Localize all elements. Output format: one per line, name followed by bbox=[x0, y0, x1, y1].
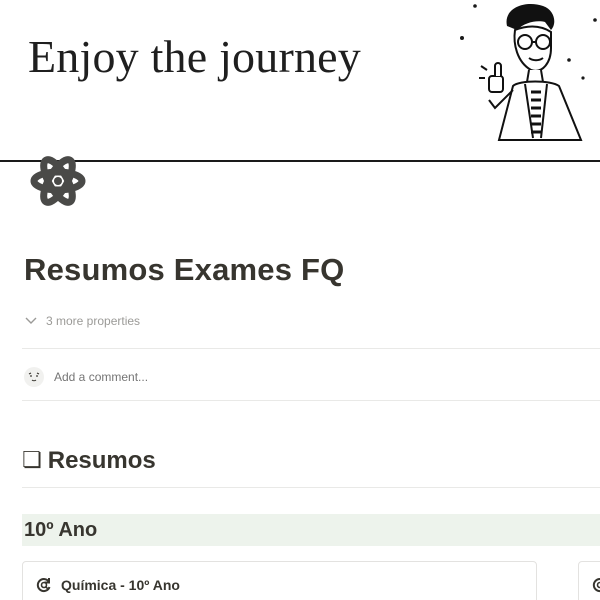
gallery-card[interactable] bbox=[578, 561, 600, 600]
avatar bbox=[24, 367, 44, 387]
atom-icon[interactable] bbox=[30, 150, 86, 212]
chevron-down-icon bbox=[25, 317, 37, 324]
person-thumbs-up-illustration bbox=[460, 4, 597, 141]
divider bbox=[22, 487, 600, 488]
card-title: Química - 10º Ano bbox=[61, 577, 180, 593]
comment-row bbox=[24, 366, 254, 388]
more-properties-toggle[interactable]: 3 more properties bbox=[24, 311, 140, 331]
refresh-search-icon bbox=[36, 578, 51, 593]
gallery-card[interactable]: Química - 10º Ano bbox=[22, 561, 537, 600]
group-heading-10-ano[interactable]: 10º Ano bbox=[22, 514, 600, 546]
section-title: Resumos bbox=[47, 447, 156, 474]
refresh-search-icon bbox=[592, 578, 600, 593]
cover-text: Enjoy the journey bbox=[28, 31, 361, 82]
page-cover: Enjoy the journey bbox=[0, 0, 600, 162]
divider bbox=[22, 348, 600, 349]
divider bbox=[22, 400, 600, 401]
resumos-heading[interactable]: ❏ Resumos bbox=[22, 444, 156, 478]
more-properties-label: 3 more properties bbox=[46, 314, 141, 328]
comment-input[interactable] bbox=[54, 370, 254, 384]
page-title[interactable]: Resumos Exames FQ bbox=[24, 252, 344, 288]
checkbox-glyph: ❏ bbox=[22, 448, 42, 473]
avatar-face-icon bbox=[28, 372, 40, 382]
group-heading-label: 10º Ano bbox=[24, 518, 98, 541]
